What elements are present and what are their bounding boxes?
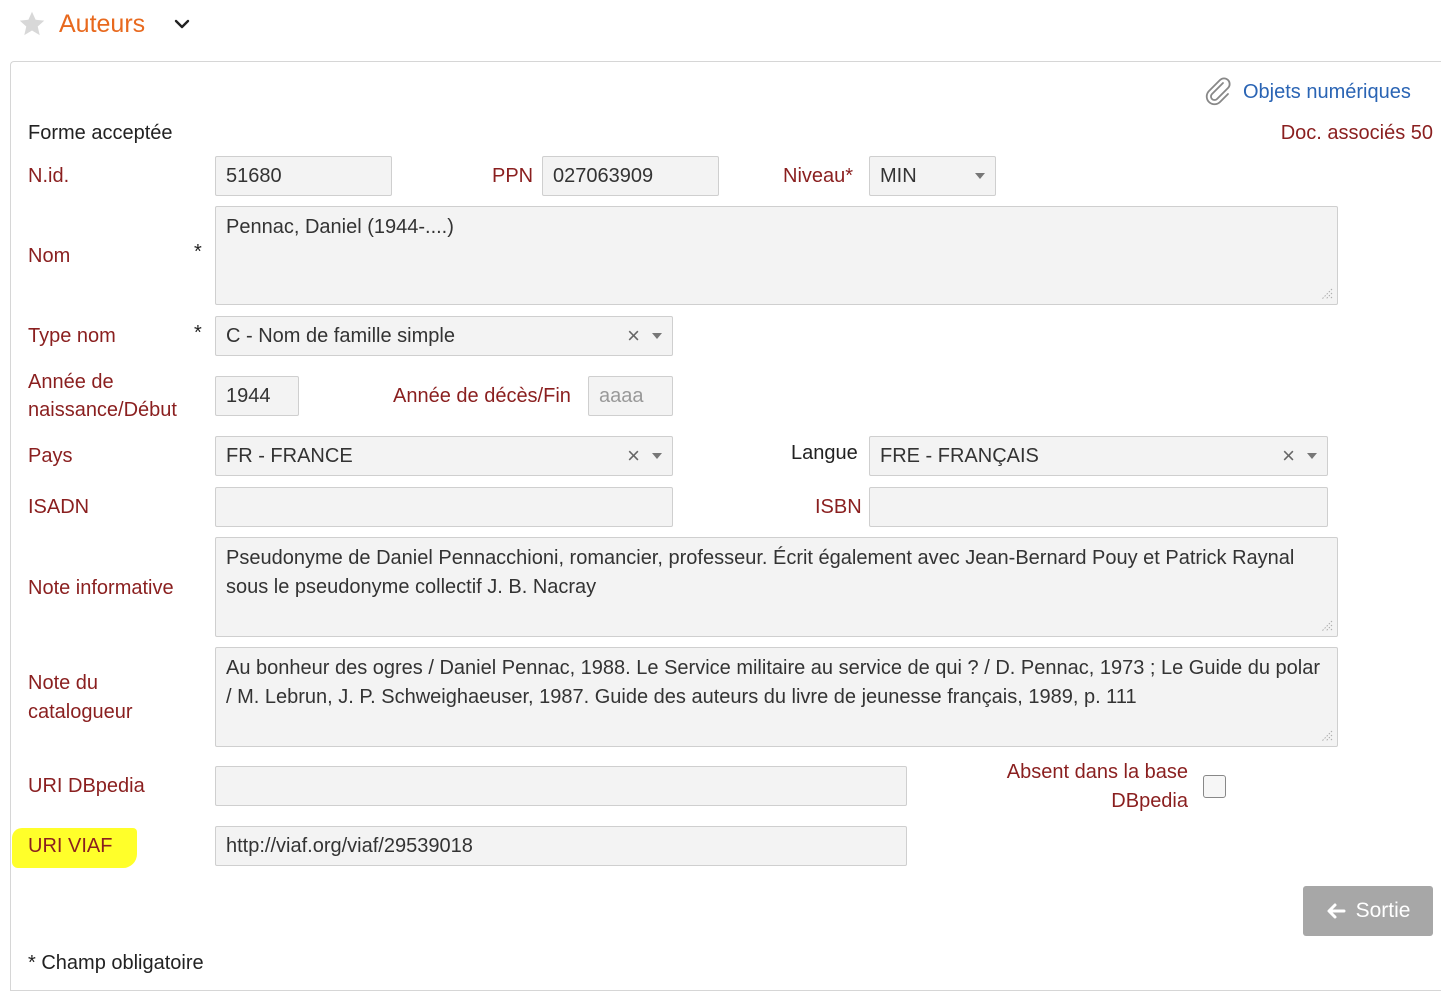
- chevron-down-icon[interactable]: [172, 14, 192, 34]
- nom-label: Nom: [28, 245, 71, 267]
- objets-numeriques-label: Objets numériques: [1243, 80, 1411, 103]
- note-informative-textarea[interactable]: Pseudonyme de Daniel Pennacchioni, roman…: [215, 537, 1338, 637]
- required-marker: *: [194, 241, 202, 263]
- caret-down-icon: [652, 453, 662, 459]
- annee-naissance-label-2: naissance/Début: [28, 399, 177, 421]
- annee-naissance-value: 1944: [226, 384, 271, 407]
- niveau-value: MIN: [880, 164, 917, 187]
- sortie-label: Sortie: [1355, 899, 1411, 922]
- nom-textarea[interactable]: Pennac, Daniel (1944-....): [215, 206, 1338, 305]
- langue-label: Langue: [791, 442, 858, 464]
- caret-down-icon: [975, 173, 985, 179]
- uri-viaf-field[interactable]: http://viaf.org/viaf/29539018: [215, 826, 907, 866]
- ppn-field[interactable]: 027063909: [542, 156, 719, 196]
- pays-label: Pays: [28, 445, 73, 467]
- objets-numeriques-link[interactable]: Objets numériques: [1203, 77, 1411, 107]
- ppn-label: PPN: [492, 165, 534, 187]
- star-icon[interactable]: [18, 10, 46, 38]
- type-nom-value: C - Nom de famille simple: [226, 324, 455, 347]
- langue-value: FRE - FRANÇAIS: [880, 444, 1039, 467]
- uri-dbpedia-label: URI DBpedia: [28, 775, 145, 797]
- clear-icon[interactable]: ×: [1282, 445, 1295, 467]
- annee-naissance-field[interactable]: 1944: [215, 376, 299, 416]
- uri-viaf-value: http://viaf.org/viaf/29539018: [226, 834, 473, 857]
- page-title: Auteurs: [59, 10, 146, 38]
- sortie-button[interactable]: Sortie: [1303, 886, 1433, 936]
- type-nom-select[interactable]: C - Nom de famille simple ×: [215, 316, 673, 356]
- ppn-value: 027063909: [553, 164, 654, 187]
- note-informative-label: Note informative: [28, 577, 174, 599]
- nid-label: N.id.: [28, 165, 70, 187]
- doc-associes-count[interactable]: Doc. associés 50: [1281, 122, 1433, 145]
- pays-select[interactable]: FR - FRANCE ×: [215, 436, 673, 476]
- absent-dbpedia-label-2: DBpedia: [1111, 790, 1188, 812]
- note-catalogueur-value: Au bonheur des ogres / Daniel Pennac, 19…: [226, 657, 1321, 708]
- caret-down-icon: [652, 333, 662, 339]
- isadn-label: ISADN: [28, 496, 90, 518]
- arrow-left-icon: [1327, 903, 1346, 919]
- note-catalogueur-label-2: catalogueur: [28, 701, 133, 723]
- resize-grip-icon[interactable]: [1319, 728, 1333, 742]
- niveau-label: Niveau*: [783, 165, 854, 187]
- isbn-field[interactable]: [869, 487, 1328, 527]
- note-catalogueur-label-1: Note du: [28, 672, 99, 694]
- caret-down-icon: [1307, 453, 1317, 459]
- paperclip-icon: [1205, 77, 1231, 106]
- resize-grip-icon[interactable]: [1319, 286, 1333, 300]
- resize-grip-icon[interactable]: [1319, 618, 1333, 632]
- niveau-select[interactable]: MIN: [869, 156, 996, 196]
- isbn-label: ISBN: [815, 496, 862, 518]
- absent-dbpedia-checkbox[interactable]: [1203, 775, 1226, 798]
- clear-icon[interactable]: ×: [627, 325, 640, 347]
- annee-deces-field[interactable]: aaaa: [588, 376, 673, 416]
- absent-dbpedia-label-1: Absent dans la base: [1006, 761, 1188, 783]
- isadn-field[interactable]: [215, 487, 673, 527]
- nid-field[interactable]: 51680: [215, 156, 392, 196]
- annee-deces-label: Année de décès/Fin: [393, 385, 571, 407]
- note-informative-value: Pseudonyme de Daniel Pennacchioni, roman…: [226, 547, 1295, 598]
- uri-viaf-label: URI VIAF: [28, 835, 113, 857]
- annee-deces-placeholder: aaaa: [599, 384, 644, 407]
- annee-naissance-label-1: Année de: [28, 371, 114, 393]
- type-nom-label: Type nom: [28, 325, 116, 347]
- required-marker: *: [194, 322, 202, 344]
- nom-value: Pennac, Daniel (1944-....): [226, 216, 454, 238]
- uri-dbpedia-field[interactable]: [215, 766, 907, 806]
- required-fields-note: * Champ obligatoire: [28, 952, 204, 974]
- section-label: Forme acceptée: [28, 122, 173, 144]
- note-catalogueur-textarea[interactable]: Au bonheur des ogres / Daniel Pennac, 19…: [215, 647, 1338, 747]
- nid-value: 51680: [226, 164, 282, 187]
- pays-value: FR - FRANCE: [226, 444, 353, 467]
- langue-select[interactable]: FRE - FRANÇAIS ×: [869, 436, 1328, 476]
- clear-icon[interactable]: ×: [627, 445, 640, 467]
